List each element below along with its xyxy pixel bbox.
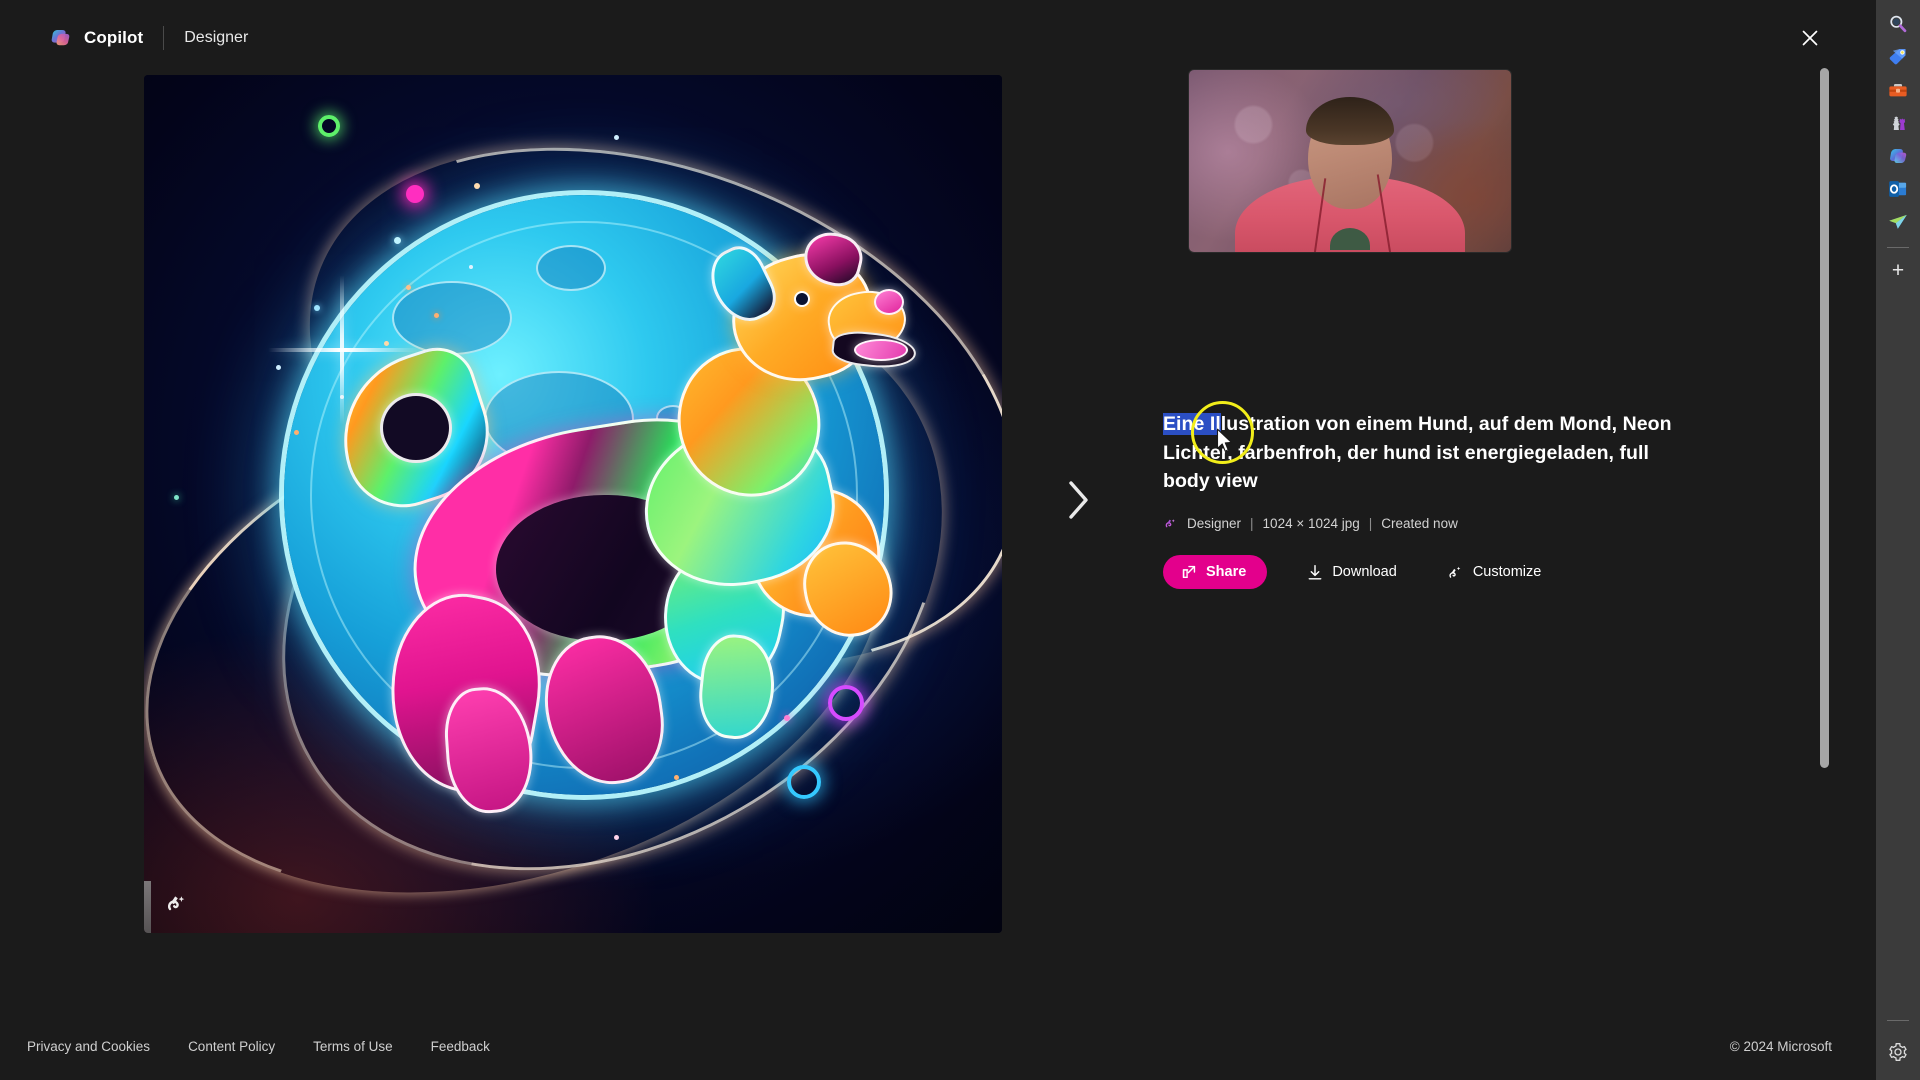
sidebar-item-outlook[interactable] xyxy=(1876,172,1920,205)
product-name: Designer xyxy=(184,29,249,46)
sidebar-divider xyxy=(1887,247,1909,248)
designer-icon xyxy=(1163,516,1178,531)
share-icon xyxy=(1182,566,1196,579)
sidebar-add-button[interactable]: + xyxy=(1876,254,1920,288)
edge-sidebar: + xyxy=(1876,0,1920,1080)
scrollbar-thumb[interactable] xyxy=(1820,68,1829,768)
generated-image[interactable] xyxy=(144,75,1002,933)
footer-link-content-policy[interactable]: Content Policy xyxy=(188,1039,275,1054)
shopping-tag-icon xyxy=(1889,48,1906,64)
brand[interactable]: Copilot Designer xyxy=(48,26,248,50)
app-header: Copilot Designer xyxy=(0,0,1876,76)
copilot-logo-icon xyxy=(48,26,72,50)
download-label: Download xyxy=(1332,564,1397,581)
brand-name: Copilot xyxy=(84,28,144,47)
page-viewport: Copilot Designer Eine Illustration von e… xyxy=(0,0,1876,1080)
sidebar-bottom xyxy=(1876,1020,1920,1080)
customize-label: Customize xyxy=(1472,564,1542,581)
page-scrollbar[interactable] xyxy=(1816,0,1832,1080)
meta-separator-2: | xyxy=(1368,515,1373,531)
designer-watermark-icon xyxy=(162,889,192,919)
brand-divider xyxy=(163,26,165,50)
footer-link-privacy[interactable]: Privacy and Cookies xyxy=(27,1039,150,1054)
meta-dimensions: 1024 × 1024 jpg xyxy=(1262,515,1360,531)
image-metadata: Designer | 1024 × 1024 jpg | Created now xyxy=(1163,516,1683,531)
artwork xyxy=(144,75,1002,933)
webcam-person xyxy=(1189,70,1511,252)
download-icon xyxy=(1308,564,1322,580)
footer-link-terms[interactable]: Terms of Use xyxy=(313,1039,393,1054)
games-icon xyxy=(1892,115,1906,130)
download-button[interactable]: Download xyxy=(1297,555,1407,590)
sidebar-item-games[interactable] xyxy=(1876,106,1920,139)
sidebar-item-tools[interactable] xyxy=(1876,73,1920,106)
prompt-remainder: lustration von einem Hund, auf dem Mond,… xyxy=(1163,413,1672,493)
prompt-text[interactable]: Eine Illustration von einem Hund, auf de… xyxy=(1163,410,1683,496)
copilot-icon xyxy=(1890,148,1907,163)
page-footer: Privacy and Cookies Content Policy Terms… xyxy=(0,1012,1876,1080)
sidebar-settings-button[interactable] xyxy=(1876,1032,1920,1072)
mouse-pointer-icon xyxy=(1216,428,1234,459)
sidebar-item-shopping[interactable] xyxy=(1876,40,1920,73)
toolbox-icon xyxy=(1889,83,1907,96)
gear-icon xyxy=(1889,1043,1907,1061)
meta-separator-1: | xyxy=(1250,515,1254,531)
image-edge-marker xyxy=(144,881,151,933)
chevron-right-icon xyxy=(1069,481,1088,519)
magic-wand-icon xyxy=(1449,566,1461,578)
share-button[interactable]: Share xyxy=(1163,555,1268,590)
footer-link-feedback[interactable]: Feedback xyxy=(431,1039,490,1054)
dog-figure xyxy=(144,75,1002,933)
search-icon xyxy=(1890,15,1907,32)
customize-button[interactable]: Customize xyxy=(1437,555,1552,590)
sidebar-item-copilot[interactable] xyxy=(1876,139,1920,172)
next-image-button[interactable] xyxy=(1055,470,1101,530)
sidebar-item-drop[interactable] xyxy=(1876,205,1920,238)
sidebar-bottom-divider xyxy=(1887,1020,1909,1021)
outlook-icon xyxy=(1889,180,1907,197)
drop-icon xyxy=(1889,214,1907,229)
image-detail-panel: Eine Illustration von einem Hund, auf de… xyxy=(1163,410,1683,590)
meta-created: Created now xyxy=(1381,515,1458,531)
browser-window: Copilot Designer Eine Illustration von e… xyxy=(0,0,1920,1080)
prompt-selection: Eine Il xyxy=(1163,413,1221,435)
webcam-overlay xyxy=(1189,70,1511,252)
footer-links: Privacy and Cookies Content Policy Terms… xyxy=(27,1039,528,1054)
share-label: Share xyxy=(1206,564,1247,581)
sidebar-item-search[interactable] xyxy=(1876,7,1920,40)
image-actions: Share Download Customize xyxy=(1163,555,1683,590)
meta-source: Designer xyxy=(1187,515,1242,531)
